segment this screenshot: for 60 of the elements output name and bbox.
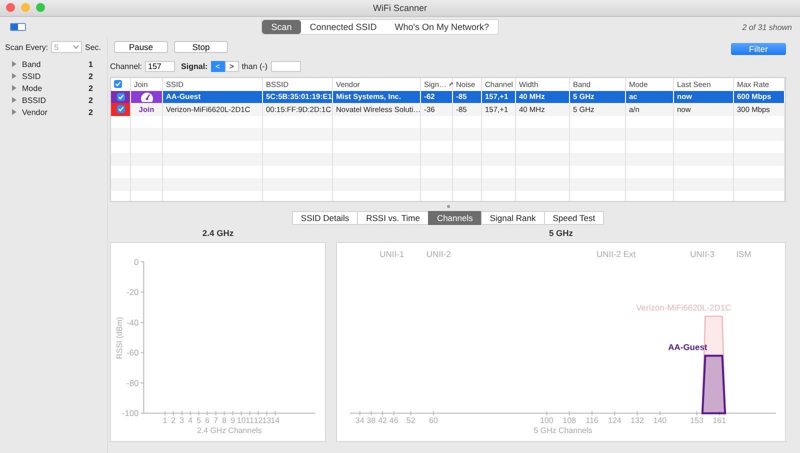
view-tab[interactable]: Signal Rank <box>480 211 544 225</box>
segment-tab[interactable]: Who's On My Network? <box>386 20 498 34</box>
band-label: UNII-3 <box>690 248 715 259</box>
speedometer-icon[interactable] <box>140 90 154 103</box>
chart-title: 2.4 GHz <box>202 228 234 239</box>
close-icon[interactable] <box>6 3 15 12</box>
signal-field[interactable] <box>270 61 300 72</box>
band-label: UNII-2 Ext <box>596 248 636 259</box>
item-count: 2 <box>88 108 93 116</box>
sidebar-item[interactable]: Mode <box>22 84 84 92</box>
band-label: ISM <box>736 248 752 259</box>
signal-label: Signal: <box>181 62 208 71</box>
sidebar-toggle-icon[interactable] <box>10 23 26 31</box>
action-button[interactable]: Pause <box>114 41 168 53</box>
scan-interval-label: Scan Every: <box>5 42 48 52</box>
comparison-toggle[interactable]: > <box>224 61 239 72</box>
window-title: WiFi Scanner <box>372 3 427 13</box>
checkbox[interactable] <box>116 105 124 114</box>
checkbox[interactable] <box>116 92 124 101</box>
disclosure-triangle-icon[interactable] <box>11 85 17 91</box>
item-count: 2 <box>88 96 93 104</box>
sidebar-item[interactable]: SSID <box>22 72 84 80</box>
view-tab[interactable]: RSSI vs. Time <box>357 211 428 225</box>
item-count: 2 <box>88 72 93 80</box>
sidebar-item[interactable]: BSSID <box>22 96 84 104</box>
disclosure-triangle-icon[interactable] <box>11 73 17 79</box>
network-label: AA-Guest <box>668 342 708 352</box>
disclosure-triangle-icon[interactable] <box>11 109 17 115</box>
segment-tab[interactable]: Scan <box>262 20 301 34</box>
view-tab[interactable]: SSID Details <box>292 211 358 225</box>
y-tick-label: -80 <box>126 378 139 388</box>
y-tick-label: -20 <box>126 287 139 298</box>
checkbox[interactable] <box>114 80 122 88</box>
result-count: 2 of 31 shown <box>742 22 792 32</box>
band-label: UNII-1 <box>380 248 404 259</box>
view-tab[interactable]: Speed Test <box>544 211 604 225</box>
network-label: Verizon-MiFi6620L-2D1C <box>636 302 732 312</box>
disclosure-triangle-icon[interactable] <box>11 97 17 103</box>
segment-tab[interactable]: Connected SSID <box>300 20 386 34</box>
than-label: than (-) <box>242 62 268 71</box>
unit-label: Sec. <box>84 42 101 52</box>
y-axis-label: RSSI (dBm) <box>114 316 124 360</box>
channel-label: Channel: <box>110 62 142 71</box>
zoom-icon[interactable] <box>36 3 45 12</box>
item-count: 1 <box>88 60 93 68</box>
chart-title: 5 GHz <box>548 228 574 239</box>
view-tab[interactable]: Channels <box>428 211 481 225</box>
y-tick-label: -60 <box>126 348 139 358</box>
sidebar-item[interactable]: Band <box>22 60 84 68</box>
chevron-icon <box>72 45 79 49</box>
item-count: 2 <box>88 84 93 92</box>
disclosure-triangle-icon[interactable] <box>11 61 17 67</box>
y-tick-label: 0 <box>134 256 139 267</box>
y-tick-label: -100 <box>122 408 139 418</box>
sidebar-item[interactable]: Vendor <box>22 108 84 116</box>
y-tick-label: -40 <box>126 317 139 328</box>
split-handle[interactable] <box>446 204 450 208</box>
band-label: UNII-2 <box>426 248 451 259</box>
channel-field[interactable]: 157 <box>145 61 176 72</box>
action-button[interactable]: Stop <box>174 41 228 53</box>
